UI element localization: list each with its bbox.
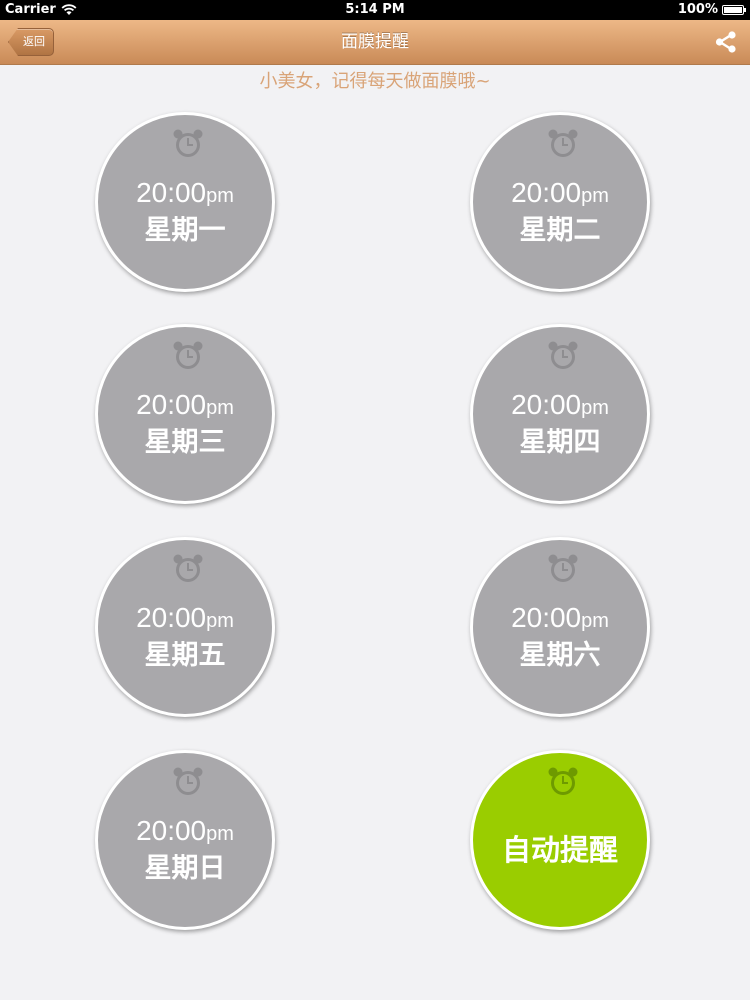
- weekday-label: 星期六: [519, 640, 601, 671]
- reminder-time: 20:00pm: [98, 177, 272, 212]
- alarm-clock-icon: [548, 341, 578, 369]
- weekday-label: 星期五: [144, 640, 226, 671]
- weekday-label: 星期二: [519, 215, 601, 246]
- page-title: 面膜提醒: [341, 32, 409, 52]
- time-value: 20:00: [511, 602, 582, 633]
- weekday-label: 星期三: [144, 427, 226, 458]
- navigation-bar: 返回 面膜提醒: [0, 20, 750, 65]
- reminder-time: 20:00pm: [473, 602, 647, 637]
- time-ampm: pm: [581, 185, 609, 207]
- alarm-clock-icon: [173, 554, 203, 582]
- reminder-time: 20:00pm: [98, 602, 272, 637]
- time-ampm: pm: [206, 823, 234, 845]
- alarm-clock-icon: [173, 341, 203, 369]
- time-ampm: pm: [581, 610, 609, 632]
- reminder-time: 20:00pm: [98, 815, 272, 850]
- weekday-label: 星期日: [144, 853, 226, 884]
- reminder-time: 20:00pm: [98, 389, 272, 424]
- share-icon[interactable]: [714, 30, 738, 54]
- alarm-clock-icon: [548, 767, 578, 795]
- time-value: 20:00: [511, 389, 582, 420]
- battery-group: 100%: [677, 2, 746, 17]
- reminder-time: 20:00pm: [473, 389, 647, 424]
- time-ampm: pm: [206, 610, 234, 632]
- auto-remind-label: 自动提醒: [501, 833, 618, 867]
- reminder-subtitle: 小美女，记得每天做面膜哦~: [259, 71, 491, 92]
- alarm-clock-icon: [173, 129, 203, 157]
- weekday-label: 星期一: [144, 215, 226, 246]
- status-time: 5:14 PM: [345, 2, 405, 17]
- day-reminder-friday[interactable]: 20:00pm 星期五: [95, 537, 275, 717]
- day-reminder-monday[interactable]: 20:00pm 星期一: [95, 112, 275, 292]
- time-value: 20:00: [511, 177, 582, 208]
- time-ampm: pm: [206, 397, 234, 419]
- reminder-time: 20:00pm: [473, 177, 647, 212]
- day-reminder-tuesday[interactable]: 20:00pm 星期二: [470, 112, 650, 292]
- time-value: 20:00: [136, 177, 207, 208]
- time-ampm: pm: [206, 185, 234, 207]
- battery-percent: 100%: [677, 2, 718, 17]
- day-reminder-sunday[interactable]: 20:00pm 星期日: [95, 750, 275, 930]
- alarm-clock-icon: [173, 767, 203, 795]
- time-value: 20:00: [136, 815, 207, 846]
- status-bar: Carrier 5:14 PM 100%: [0, 0, 750, 20]
- alarm-clock-icon: [548, 129, 578, 157]
- time-value: 20:00: [136, 389, 207, 420]
- time-value: 20:00: [136, 602, 207, 633]
- battery-icon: [722, 4, 746, 15]
- alarm-clock-icon: [548, 554, 578, 582]
- time-ampm: pm: [581, 397, 609, 419]
- auto-remind-button[interactable]: 自动提醒: [470, 750, 650, 930]
- day-reminder-thursday[interactable]: 20:00pm 星期四: [470, 324, 650, 504]
- day-reminder-saturday[interactable]: 20:00pm 星期六: [470, 537, 650, 717]
- weekday-label: 星期四: [519, 427, 601, 458]
- day-reminder-wednesday[interactable]: 20:00pm 星期三: [95, 324, 275, 504]
